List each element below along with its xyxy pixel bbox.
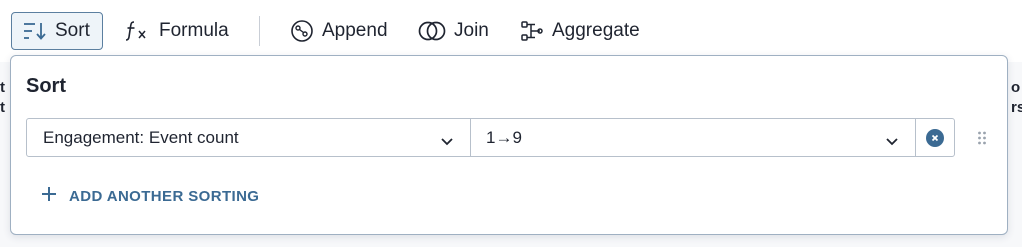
- add-sorting-button[interactable]: ADD ANOTHER SORTING: [41, 186, 259, 206]
- plus-icon: [41, 186, 57, 206]
- add-sorting-label: ADD ANOTHER SORTING: [69, 187, 260, 205]
- sort-button[interactable]: Sort: [11, 12, 103, 50]
- stub-text: t: [0, 79, 5, 96]
- chevron-down-icon: [885, 132, 899, 152]
- close-icon: [926, 128, 944, 147]
- column-header-stub-right: o rs: [1011, 78, 1022, 118]
- column-header-stub-left: t t: [0, 78, 5, 118]
- sort-field-value: Engagement: Event count: [43, 127, 239, 147]
- sort-order-select[interactable]: 1→9: [471, 119, 916, 156]
- sort-rule-row: Engagement: Event count 1→9: [26, 118, 955, 157]
- drag-handle-icon[interactable]: [977, 131, 987, 150]
- aggregate-button[interactable]: Aggregate: [520, 12, 640, 50]
- chevron-down-icon: [440, 132, 454, 152]
- join-button[interactable]: Join: [418, 12, 489, 50]
- append-button-label: Append: [322, 20, 388, 41]
- sort-field-select[interactable]: Engagement: Event count: [27, 119, 471, 156]
- remove-sort-button[interactable]: [916, 119, 954, 156]
- sort-button-label: Sort: [55, 20, 90, 41]
- aggregate-button-label: Aggregate: [552, 20, 640, 41]
- panel-title: Sort: [26, 75, 66, 97]
- sort-panel: Sort Engagement: Event count 1→9 ADD ANO…: [10, 55, 1008, 235]
- join-icon: [418, 20, 446, 42]
- append-icon: [290, 19, 314, 43]
- transform-toolbar: Sort Formula Append Join Aggregate: [0, 0, 1022, 62]
- toolbar-divider: [259, 16, 260, 46]
- join-button-label: Join: [454, 20, 489, 41]
- sort-icon: [23, 21, 47, 41]
- formula-button[interactable]: Formula: [125, 12, 229, 50]
- formula-icon: [125, 20, 151, 42]
- formula-button-label: Formula: [159, 20, 229, 41]
- stub-text: o: [1011, 79, 1021, 96]
- stub-text: t: [0, 99, 5, 116]
- append-button[interactable]: Append: [290, 12, 388, 50]
- stub-text: rs: [1011, 99, 1022, 116]
- aggregate-icon: [520, 20, 544, 42]
- sort-order-value: 1→9: [486, 127, 522, 147]
